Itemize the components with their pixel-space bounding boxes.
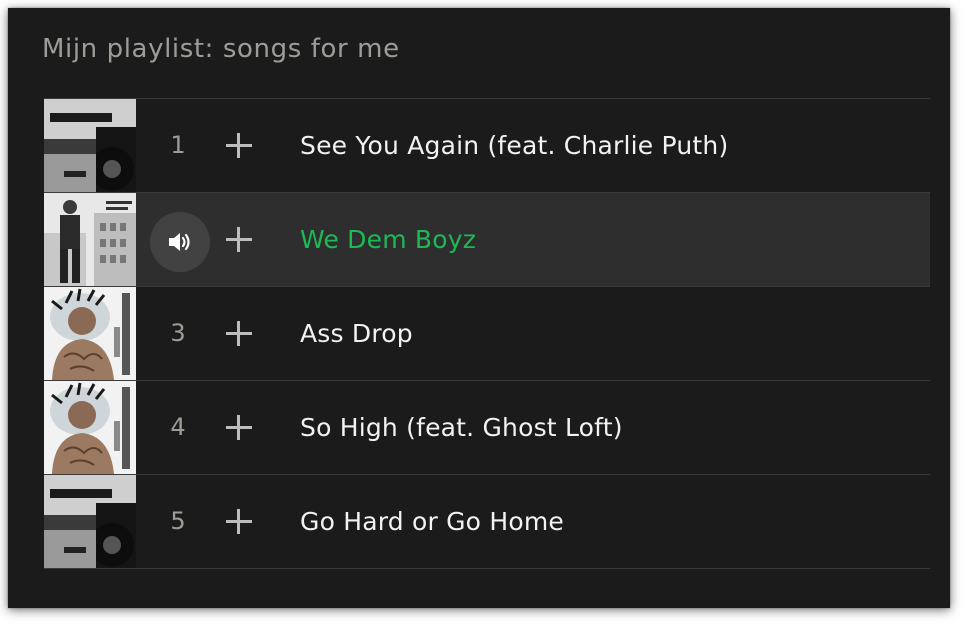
add-track-button[interactable] [226,226,254,254]
track-title[interactable]: See You Again (feat. Charlie Puth) [300,99,728,192]
track-title[interactable]: Go Hard or Go Home [300,475,564,568]
add-track-button[interactable] [226,320,254,348]
track-title[interactable]: We Dem Boyz [300,193,476,286]
track-row[interactable]: 3 Ass Drop [44,286,930,380]
add-track-button[interactable] [226,508,254,536]
track-number: 4 [170,413,186,441]
track-row[interactable]: 4 So High (feat. Ghost Loft) [44,380,930,474]
track-number: 5 [170,507,186,535]
track-number: 3 [170,319,186,347]
speaker-icon [169,233,190,251]
track-title[interactable]: Ass Drop [300,287,413,380]
playlist-title: Mijn playlist: songs for me [42,34,400,64]
track-row[interactable]: 5 Go Hard or Go Home [44,474,930,569]
playlist-window: Mijn playlist: songs for me 1 See You Ag… [8,8,950,608]
track-row-playing[interactable]: We Dem Boyz [44,192,930,286]
now-playing-button[interactable] [150,212,210,272]
add-track-button[interactable] [226,132,254,160]
album-art [44,193,136,286]
album-art [44,287,136,380]
track-title[interactable]: So High (feat. Ghost Loft) [300,381,623,474]
track-row[interactable]: 1 See You Again (feat. Charlie Puth) [44,98,930,192]
album-art [44,381,136,474]
track-list: 1 See You Again (feat. Charlie Puth) We … [44,98,930,569]
album-art [44,475,136,568]
add-track-button[interactable] [226,414,254,442]
album-art [44,99,136,192]
track-number: 1 [170,131,186,159]
